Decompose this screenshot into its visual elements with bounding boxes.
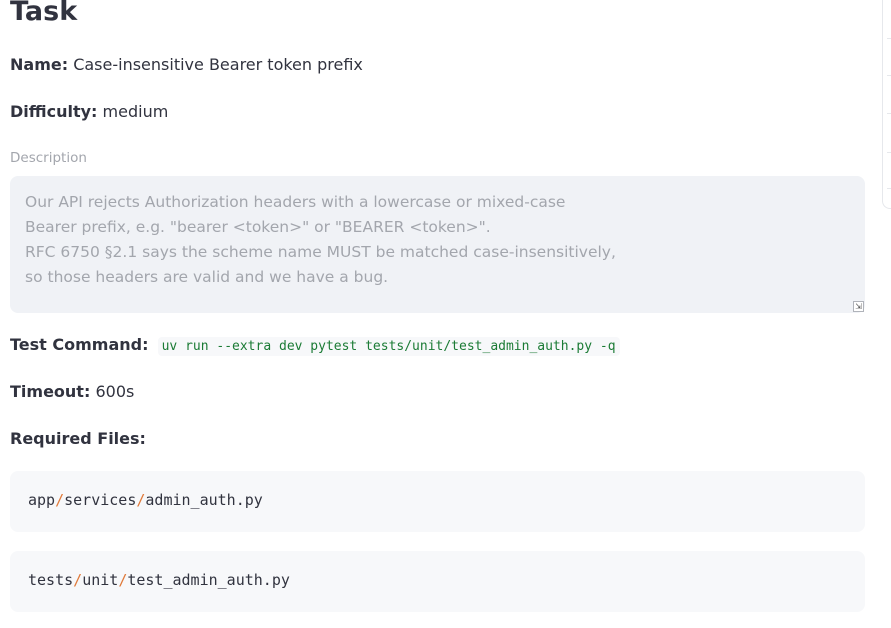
required-files-label: Required Files: (10, 429, 146, 448)
description-line: RFC 6750 §2.1 says the scheme name MUST … (25, 243, 616, 261)
path-part: unit (82, 571, 119, 589)
path-part: admin_auth.py (145, 491, 263, 509)
task-difficulty-label: Difficulty: (10, 102, 98, 121)
timeout-field: Timeout: 600s (10, 382, 134, 401)
path-part: test_admin_auth.py (127, 571, 290, 589)
task-name-field: Name: Case-insensitive Bearer token pref… (10, 55, 363, 74)
side-panel-edge (882, 0, 891, 209)
task-difficulty-value: medium (102, 102, 169, 121)
description-label: Description (10, 150, 87, 166)
test-command-code: uv run --extra dev pytest tests/unit/tes… (157, 337, 620, 356)
path-part: app (28, 491, 56, 509)
path-part: tests (28, 571, 74, 589)
test-command-label: Test Command: (10, 335, 149, 354)
page-title: Task (10, 0, 78, 27)
task-name-value: Case-insensitive Bearer token prefix (73, 55, 363, 74)
timeout-label: Timeout: (10, 382, 91, 401)
resize-handle-icon[interactable]: ⇲ (853, 301, 864, 312)
required-file-codeblock: app/services/admin_auth.py (10, 471, 865, 532)
description-textarea[interactable]: Our API rejects Authorization headers wi… (10, 176, 865, 313)
task-difficulty-field: Difficulty: medium (10, 102, 168, 121)
required-file-codeblock: tests/unit/test_admin_auth.py (10, 551, 865, 612)
description-line: so those headers are valid and we have a… (25, 268, 389, 286)
path-part: services (64, 491, 137, 509)
task-name-label: Name: (10, 55, 69, 74)
path-separator: / (118, 571, 128, 589)
test-command-field: Test Command: uv run --extra dev pytest … (10, 335, 620, 356)
description-line: Bearer prefix, e.g. "bearer <token>" or … (25, 218, 491, 236)
path-separator: / (55, 491, 65, 509)
required-files-heading: Required Files: (10, 429, 146, 448)
path-separator: / (73, 571, 83, 589)
timeout-value: 600s (95, 382, 135, 401)
description-line: Our API rejects Authorization headers wi… (25, 193, 566, 211)
